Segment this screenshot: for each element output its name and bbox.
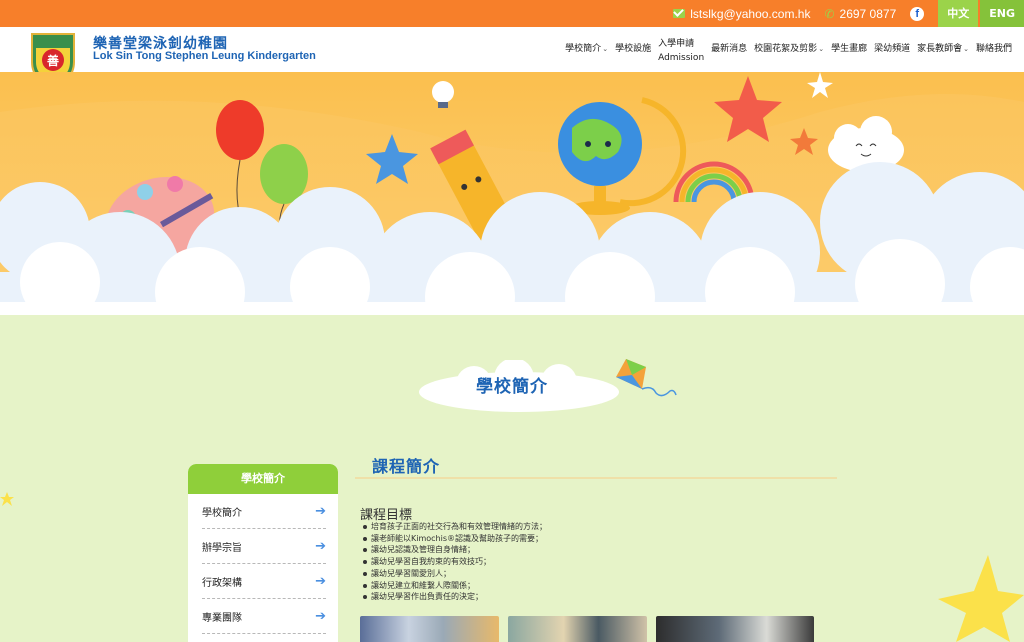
hero-banner <box>0 72 1024 315</box>
email-text: lstslkg@yahoo.com.hk <box>690 6 811 21</box>
nav-item-student-art[interactable]: 學生畫廊 <box>831 43 867 56</box>
goals-list: 培育孩子正面的社交行為和有效管理情緒的方法； 讓老師能以Kimochis®認識及… <box>362 521 782 603</box>
photo-row <box>360 616 814 642</box>
nav-item-about[interactable]: 學校簡介⌄ <box>565 43 608 56</box>
phone-link[interactable]: ✆ 2697 0877 <box>824 7 896 21</box>
sidebar-title: 學校簡介 <box>188 464 338 494</box>
sidebar-item-about[interactable]: 學校簡介 ➔ <box>202 494 326 529</box>
sidebar-item-team[interactable]: 專業團隊 ➔ <box>202 599 326 634</box>
mail-icon <box>673 9 686 18</box>
class-photo[interactable] <box>508 616 647 642</box>
nav-item-news[interactable]: 最新消息 <box>711 43 747 56</box>
phone-icon: ✆ <box>824 6 835 21</box>
top-contact-bar: lstslkg@yahoo.com.hk ✆ 2697 0877 f 中文 EN… <box>0 0 1024 27</box>
nav-item-pta[interactable]: 家長教師會⌄ <box>917 43 969 56</box>
nav-item-gallery[interactable]: 校園花絮及剪影⌄ <box>754 43 824 56</box>
sidebar-item-structure[interactable]: 行政架構 ➔ <box>202 564 326 599</box>
sidebar: 學校簡介 學校簡介 ➔ 辦學宗旨 ➔ 行政架構 ➔ 專業團隊 ➔ <box>188 464 338 642</box>
nav-item-contact[interactable]: 聯絡我們 <box>976 43 1012 56</box>
list-item: 讓幼兒學習作出負責任的決定； <box>362 591 782 603</box>
arrow-right-icon: ➔ <box>315 538 326 554</box>
kite-icon <box>616 359 677 397</box>
list-item: 讓幼兒建立和維繫人際關係； <box>362 580 782 592</box>
nav-item-facilities[interactable]: 學校設施 <box>615 43 651 56</box>
lang-en-button[interactable]: ENG <box>978 0 1024 27</box>
title-divider <box>355 477 837 479</box>
nav-item-channel[interactable]: 梁幼頻道 <box>874 43 910 56</box>
chevron-down-icon: ⌄ <box>602 45 609 53</box>
list-item: 培育孩子正面的社交行為和有效管理情緒的方法； <box>362 521 782 533</box>
logo-glyph: 善 <box>47 53 59 68</box>
arrow-right-icon: ➔ <box>315 608 326 624</box>
chevron-down-icon: ⌄ <box>818 45 825 53</box>
school-name-en[interactable]: Lok Sin Tong Stephen Leung Kindergarten <box>93 50 316 62</box>
phone-text: 2697 0877 <box>839 6 897 21</box>
main-nav: 學校簡介⌄ 學校設施 入學申請 Admission 最新消息 校園花絮及剪影⌄ 學… <box>558 27 1012 72</box>
list-item: 讓老師能以Kimochis®認識及幫助孩子的需要； <box>362 533 782 545</box>
site-header: 善 樂善堂梁泳釗幼稚園 Lok Sin Tong Stephen Leung K… <box>0 27 1024 90</box>
star-yellow-icon <box>0 492 14 506</box>
sidebar-item-mission[interactable]: 辦學宗旨 ➔ <box>202 529 326 564</box>
section-title-cloud <box>419 360 619 412</box>
nav-item-admission[interactable]: 入學申請 Admission <box>658 37 704 65</box>
list-item: 讓幼兒學習關愛別人； <box>362 568 782 580</box>
content-title: 課程簡介 <box>372 457 441 476</box>
class-photo[interactable] <box>656 616 814 642</box>
class-photo[interactable] <box>360 616 499 642</box>
lang-zh-button[interactable]: 中文 <box>936 0 979 27</box>
list-item: 讓幼兒學習自我約束的有效技巧； <box>362 556 782 568</box>
star-yellow-large-icon <box>938 555 1024 642</box>
arrow-right-icon: ➔ <box>315 573 326 589</box>
chevron-down-icon: ⌄ <box>963 45 969 53</box>
arrow-right-icon: ➔ <box>315 503 326 519</box>
facebook-icon[interactable]: f <box>910 6 925 21</box>
email-link[interactable]: lstslkg@yahoo.com.hk <box>673 7 810 21</box>
list-item: 讓幼兒認識及管理自身情緒； <box>362 544 782 556</box>
